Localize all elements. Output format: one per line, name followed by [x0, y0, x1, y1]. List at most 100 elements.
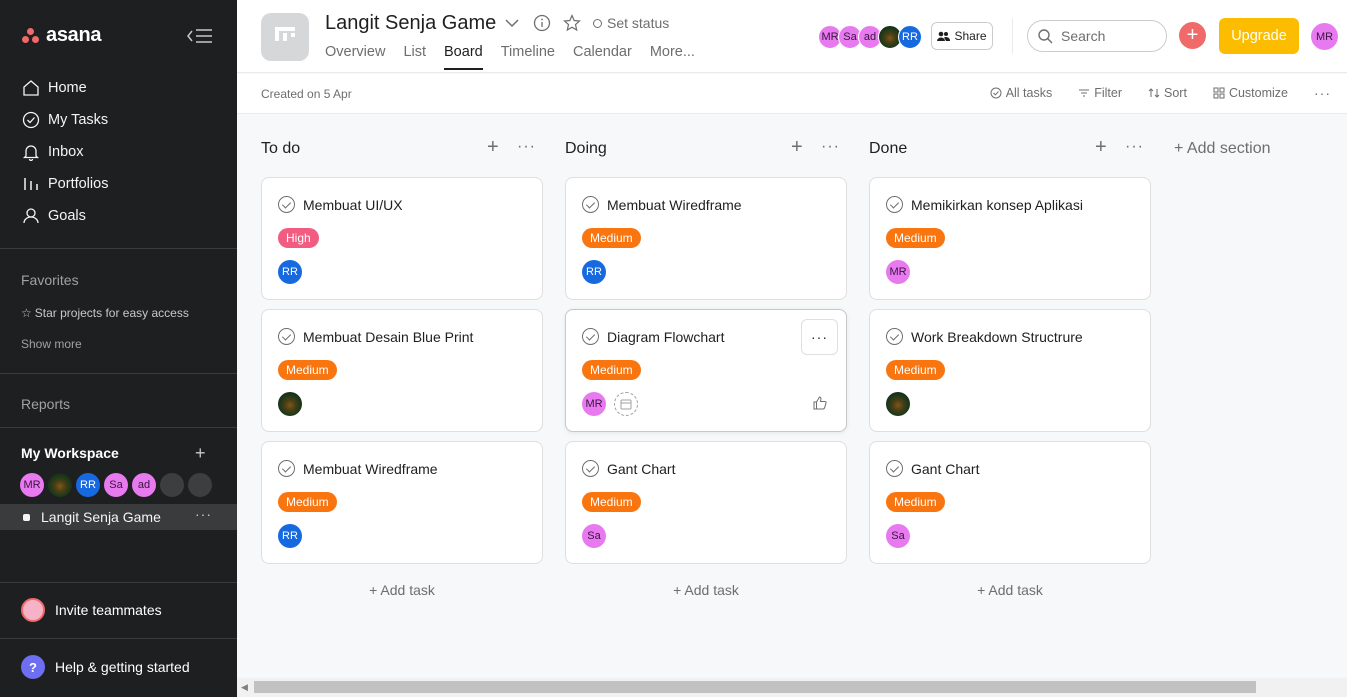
- complete-check-icon[interactable]: [582, 460, 599, 477]
- task-card[interactable]: Membuat Wiredframe Medium RR: [261, 441, 543, 564]
- logo-text: asana: [46, 24, 102, 46]
- sidebar-item-goals[interactable]: Goals: [0, 200, 237, 232]
- task-title-text: Work Breakdown Structrure: [911, 328, 1083, 345]
- task-card[interactable]: Memikirkan konsep Aplikasi Medium MR: [869, 177, 1151, 300]
- calendar-icon[interactable]: [614, 392, 638, 416]
- tab-timeline[interactable]: Timeline: [501, 44, 555, 70]
- user-avatar[interactable]: MR: [1311, 23, 1338, 50]
- chevron-down-icon[interactable]: [503, 14, 521, 32]
- scrollbar-thumb[interactable]: [254, 681, 1256, 693]
- complete-check-icon[interactable]: [278, 460, 295, 477]
- assignee-avatar[interactable]: MR: [886, 260, 910, 284]
- quick-add-button[interactable]: +: [1179, 22, 1206, 49]
- assignee-avatar[interactable]: RR: [278, 260, 302, 284]
- info-icon[interactable]: [533, 14, 551, 32]
- complete-check-icon[interactable]: [886, 196, 903, 213]
- assignee-avatar[interactable]: RR: [278, 524, 302, 548]
- avatar[interactable]: RR: [76, 473, 100, 497]
- sort-button[interactable]: Sort: [1148, 86, 1187, 100]
- avatar[interactable]: MR: [20, 473, 44, 497]
- board-toolbar: Created on 5 Apr All tasks Filter Sort C…: [237, 74, 1347, 114]
- set-status-button[interactable]: Set status: [593, 15, 669, 31]
- task-card[interactable]: Membuat Desain Blue Print Medium: [261, 309, 543, 432]
- avatar[interactable]: ad: [132, 473, 156, 497]
- complete-check-icon[interactable]: [278, 328, 295, 345]
- column-add-button[interactable]: +: [487, 136, 499, 159]
- search-field[interactable]: [1027, 20, 1167, 52]
- task-card[interactable]: Membuat UI/UX High RR: [261, 177, 543, 300]
- add-task-button[interactable]: + Add task: [565, 582, 847, 598]
- avatar[interactable]: [188, 473, 212, 497]
- task-card[interactable]: Membuat Wiredframe Medium RR: [565, 177, 847, 300]
- complete-check-icon[interactable]: [886, 460, 903, 477]
- tab-list[interactable]: List: [403, 44, 426, 70]
- column-more-icon[interactable]: ···: [1125, 138, 1144, 156]
- tab-overview[interactable]: Overview: [325, 44, 385, 70]
- sidebar-item-portfolios[interactable]: Portfolios: [0, 168, 237, 200]
- reports-link[interactable]: Reports: [21, 396, 70, 412]
- workspace-members: MR RR Sa ad: [20, 473, 212, 497]
- tab-calendar[interactable]: Calendar: [573, 44, 632, 70]
- project-more-icon[interactable]: ···: [195, 506, 212, 522]
- column-add-button[interactable]: +: [791, 136, 803, 159]
- collapse-sidebar-icon[interactable]: [186, 26, 214, 46]
- tab-more[interactable]: More...: [650, 44, 695, 70]
- priority-tag: Medium: [278, 492, 337, 512]
- favorites-title[interactable]: Favorites: [21, 272, 79, 288]
- help-button[interactable]: ? Help & getting started: [21, 655, 190, 679]
- all-tasks-button[interactable]: All tasks: [990, 86, 1052, 100]
- project-members[interactable]: MR Sa ad RR: [818, 25, 922, 49]
- avatar[interactable]: Sa: [104, 473, 128, 497]
- complete-check-icon[interactable]: [582, 196, 599, 213]
- assignee-avatar[interactable]: RR: [582, 260, 606, 284]
- workspace-title[interactable]: My Workspace: [21, 445, 119, 461]
- thumbs-up-icon[interactable]: [813, 396, 827, 410]
- sidebar-item-my-tasks[interactable]: My Tasks: [0, 104, 237, 136]
- assignee-avatar[interactable]: MR: [582, 392, 606, 416]
- complete-check-icon[interactable]: [582, 328, 599, 345]
- upgrade-button[interactable]: Upgrade: [1219, 18, 1299, 54]
- sidebar-item-home[interactable]: Home: [0, 72, 237, 104]
- task-card[interactable]: Gant Chart Medium Sa: [565, 441, 847, 564]
- column-more-icon[interactable]: ···: [821, 138, 840, 156]
- task-card[interactable]: Gant Chart Medium Sa: [869, 441, 1151, 564]
- task-card[interactable]: Work Breakdown Structrure Medium: [869, 309, 1151, 432]
- tab-board[interactable]: Board: [444, 44, 483, 70]
- assignee-avatar[interactable]: Sa: [582, 524, 606, 548]
- add-task-button[interactable]: + Add task: [869, 582, 1151, 598]
- task-card[interactable]: Diagram Flowchart ··· Medium MR: [565, 309, 847, 432]
- sidebar-item-label: Home: [48, 80, 87, 96]
- search-icon: [1038, 28, 1053, 43]
- show-more-link[interactable]: Show more: [21, 337, 82, 351]
- search-input[interactable]: [1061, 28, 1151, 44]
- column-title[interactable]: Done: [869, 140, 907, 158]
- column-title[interactable]: To do: [261, 140, 300, 158]
- customize-button[interactable]: Customize: [1213, 86, 1288, 100]
- filter-button[interactable]: Filter: [1078, 86, 1122, 100]
- avatar[interactable]: [160, 473, 184, 497]
- avatar[interactable]: [48, 473, 72, 497]
- add-section-button[interactable]: + Add section: [1174, 140, 1271, 158]
- add-task-button[interactable]: + Add task: [261, 582, 543, 598]
- column-more-icon[interactable]: ···: [517, 138, 536, 156]
- column-title[interactable]: Doing: [565, 140, 607, 158]
- assignee-avatar[interactable]: [278, 392, 302, 416]
- add-project-button[interactable]: +: [195, 443, 206, 464]
- sidebar-item-inbox[interactable]: Inbox: [0, 136, 237, 168]
- more-options-icon[interactable]: ···: [1314, 85, 1331, 101]
- sidebar-item-label: Inbox: [48, 144, 84, 160]
- complete-check-icon[interactable]: [278, 196, 295, 213]
- card-more-icon[interactable]: ···: [801, 319, 838, 355]
- invite-teammates-button[interactable]: Invite teammates: [21, 598, 162, 622]
- asana-logo[interactable]: asana: [22, 24, 102, 47]
- share-button[interactable]: Share: [931, 22, 993, 50]
- sidebar-project-langit-senja-game[interactable]: Langit Senja Game ···: [0, 504, 237, 530]
- column-add-button[interactable]: +: [1095, 136, 1107, 159]
- assignee-avatar[interactable]: Sa: [886, 524, 910, 548]
- avatar[interactable]: RR: [898, 25, 922, 49]
- horizontal-scrollbar[interactable]: ◀: [237, 678, 1347, 697]
- assignee-avatar[interactable]: [886, 392, 910, 416]
- complete-check-icon[interactable]: [886, 328, 903, 345]
- scroll-left-icon[interactable]: ◀: [241, 682, 248, 693]
- star-icon[interactable]: [563, 14, 581, 32]
